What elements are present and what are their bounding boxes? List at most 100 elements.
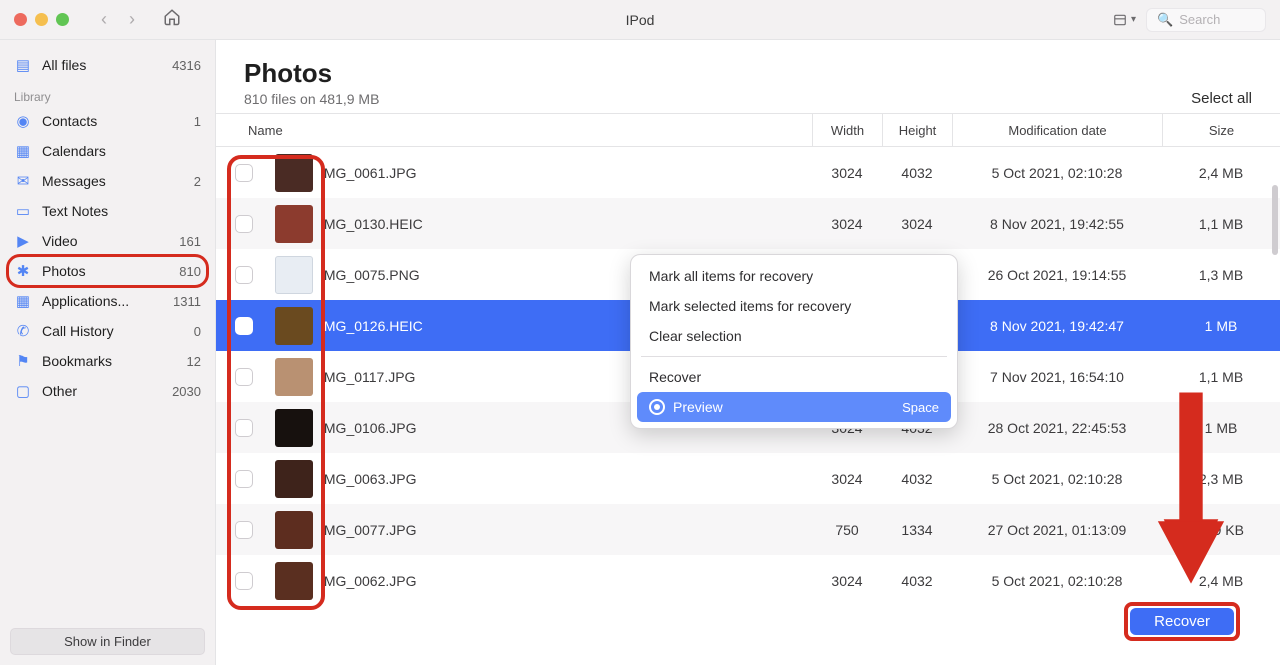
sidebar-item-label: Text Notes xyxy=(42,203,108,219)
table-row[interactable]: IMG_0130.HEIC302430248 Nov 2021, 19:42:5… xyxy=(216,198,1280,249)
thumbnail xyxy=(275,256,313,294)
row-size: 2,4 MB xyxy=(1162,165,1280,181)
thumbnail xyxy=(275,154,313,192)
view-mode-button[interactable]: ▾ xyxy=(1112,13,1136,27)
home-button[interactable] xyxy=(163,8,181,31)
row-size: 1,1 MB xyxy=(1162,369,1280,385)
row-checkbox[interactable] xyxy=(235,419,253,437)
row-checkbox-cell xyxy=(216,470,272,488)
row-date: 27 Oct 2021, 01:13:09 xyxy=(952,522,1162,538)
row-checkbox[interactable] xyxy=(235,164,253,182)
video-icon: ▶ xyxy=(14,232,32,250)
search-input[interactable]: 🔍 Search xyxy=(1146,8,1266,32)
row-width: 3024 xyxy=(812,165,882,181)
row-checkbox[interactable] xyxy=(235,215,253,233)
context-menu: Mark all items for recovery Mark selecte… xyxy=(630,254,958,429)
content-header: Photos 810 files on 481,9 MB Select all xyxy=(216,40,1280,113)
window-title: IPod xyxy=(626,12,655,28)
ctx-clear[interactable]: Clear selection xyxy=(637,321,951,351)
thumbnail xyxy=(275,307,313,345)
back-button[interactable]: ‹ xyxy=(93,9,115,30)
col-name[interactable]: Name xyxy=(216,123,812,138)
sidebar-item-bookmarks[interactable]: ⚑ Bookmarks 12 xyxy=(0,346,215,376)
col-height[interactable]: Height xyxy=(882,114,952,146)
show-in-finder-button[interactable]: Show in Finder xyxy=(10,628,205,655)
row-checkbox[interactable] xyxy=(235,572,253,590)
other-icon: ▢ xyxy=(14,382,32,400)
search-icon: 🔍 xyxy=(1157,12,1173,28)
sidebar-item-label: Photos xyxy=(42,263,86,279)
forward-button[interactable]: › xyxy=(121,9,143,30)
row-checkbox[interactable] xyxy=(235,266,253,284)
content-area: Photos 810 files on 481,9 MB Select all … xyxy=(216,40,1280,665)
contacts-icon: ◉ xyxy=(14,112,32,130)
sidebar-item-notes[interactable]: ▭ Text Notes xyxy=(0,196,215,226)
row-date: 5 Oct 2021, 02:10:28 xyxy=(952,165,1162,181)
row-checkbox[interactable] xyxy=(235,317,253,335)
nav-arrows: ‹ › xyxy=(93,9,143,30)
col-date[interactable]: Modification date xyxy=(952,114,1162,146)
apps-icon: ▦ xyxy=(14,292,32,310)
row-checkbox-cell xyxy=(216,419,272,437)
row-date: 5 Oct 2021, 02:10:28 xyxy=(952,573,1162,589)
ctx-mark-selected[interactable]: Mark selected items for recovery xyxy=(637,291,951,321)
row-checkbox-cell xyxy=(216,521,272,539)
row-width: 3024 xyxy=(812,216,882,232)
thumbnail xyxy=(275,511,313,549)
scrollbar[interactable] xyxy=(1272,185,1278,255)
row-date: 8 Nov 2021, 19:42:55 xyxy=(952,216,1162,232)
sidebar-item-label: Messages xyxy=(42,173,106,189)
col-size[interactable]: Size xyxy=(1162,114,1280,146)
sidebar-item-video[interactable]: ▶ Video 161 xyxy=(0,226,215,256)
col-width[interactable]: Width xyxy=(812,114,882,146)
sidebar-item-all-files[interactable]: ▤ All files 4316 xyxy=(0,50,215,80)
row-checkbox-cell xyxy=(216,266,272,284)
row-size: 1,1 MB xyxy=(1162,216,1280,232)
sidebar-item-label: Calendars xyxy=(42,143,106,159)
row-date: 8 Nov 2021, 19:42:47 xyxy=(952,318,1162,334)
row-checkbox[interactable] xyxy=(235,470,253,488)
call-icon: ✆ xyxy=(14,322,32,340)
sidebar-item-count: 1 xyxy=(194,114,201,129)
row-width: 3024 xyxy=(812,471,882,487)
table-row[interactable]: IMG_0063.JPG302440325 Oct 2021, 02:10:28… xyxy=(216,453,1280,504)
row-size: 1 MB xyxy=(1162,318,1280,334)
row-height: 1334 xyxy=(882,522,952,538)
row-name: IMG_0063.JPG xyxy=(316,471,812,487)
table-row[interactable]: IMG_0061.JPG302440325 Oct 2021, 02:10:28… xyxy=(216,147,1280,198)
select-all-button[interactable]: Select all xyxy=(1191,90,1252,107)
ctx-preview[interactable]: Preview Space xyxy=(637,392,951,422)
sidebar-item-messages[interactable]: ✉ Messages 2 xyxy=(0,166,215,196)
close-window[interactable] xyxy=(14,13,27,26)
row-thumb-cell xyxy=(272,307,316,345)
row-checkbox[interactable] xyxy=(235,368,253,386)
row-height: 4032 xyxy=(882,573,952,589)
table-row[interactable]: IMG_0077.JPG750133427 Oct 2021, 01:13:09… xyxy=(216,504,1280,555)
search-placeholder: Search xyxy=(1179,12,1220,27)
calendars-icon: ▦ xyxy=(14,142,32,160)
ctx-mark-all[interactable]: Mark all items for recovery xyxy=(637,261,951,291)
minimize-window[interactable] xyxy=(35,13,48,26)
row-checkbox[interactable] xyxy=(235,521,253,539)
ctx-preview-shortcut: Space xyxy=(902,400,939,415)
sidebar-item-calendars[interactable]: ▦ Calendars xyxy=(0,136,215,166)
row-checkbox-cell xyxy=(216,572,272,590)
sidebar-item-count: 4316 xyxy=(172,58,201,73)
ctx-preview-label: Preview xyxy=(673,399,723,415)
zoom-window[interactable] xyxy=(56,13,69,26)
row-width: 3024 xyxy=(812,573,882,589)
row-name: IMG_0130.HEIC xyxy=(316,216,812,232)
sidebar-item-contacts[interactable]: ◉ Contacts 1 xyxy=(0,106,215,136)
eye-icon xyxy=(649,399,665,415)
row-date: 26 Oct 2021, 19:14:55 xyxy=(952,267,1162,283)
row-height: 3024 xyxy=(882,216,952,232)
sidebar-item-call-history[interactable]: ✆ Call History 0 xyxy=(0,316,215,346)
sidebar-item-other[interactable]: ▢ Other 2030 xyxy=(0,376,215,406)
row-name: IMG_0077.JPG xyxy=(316,522,812,538)
ctx-recover[interactable]: Recover xyxy=(637,362,951,392)
table-header: Name Width Height Modification date Size xyxy=(216,113,1280,147)
sidebar-item-photos[interactable]: ✱ Photos 810 xyxy=(0,256,215,286)
table-row[interactable]: IMG_0062.JPG302440325 Oct 2021, 02:10:28… xyxy=(216,555,1280,606)
sidebar-item-applications[interactable]: ▦ Applications... 1311 xyxy=(0,286,215,316)
thumbnail xyxy=(275,205,313,243)
